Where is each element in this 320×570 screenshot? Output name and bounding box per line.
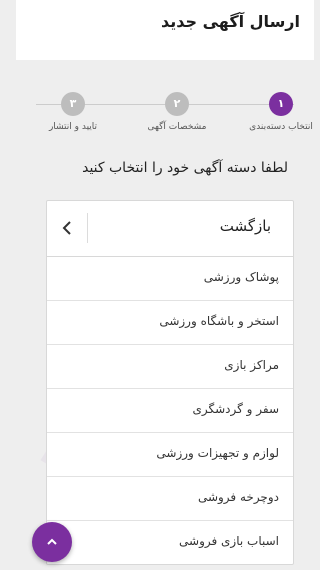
step-select-category: ۱ انتخاب دسته‌بندی bbox=[236, 92, 314, 132]
list-item-label: استخر و باشگاه ورزشی bbox=[159, 314, 279, 328]
step-number: ۳ bbox=[61, 92, 85, 116]
category-list: بازگشت پوشاک ورزشی استخر و باشگاه ورزشی … bbox=[46, 200, 294, 565]
list-item-label: اسباب بازی فروشی bbox=[179, 534, 279, 548]
list-item-label: لوازم و تجهیزات ورزشی bbox=[156, 446, 279, 460]
list-item[interactable]: استخر و باشگاه ورزشی bbox=[47, 301, 293, 345]
page-title: ارسال آگهی جدید bbox=[160, 12, 300, 31]
list-item[interactable]: دوچرخه فروشی bbox=[47, 477, 293, 521]
list-item[interactable]: لوازم و تجهیزات ورزشی bbox=[47, 433, 293, 477]
page-header: ارسال آگهی جدید bbox=[16, 0, 314, 60]
step-label: تایید و انتشار bbox=[48, 122, 98, 132]
step-label: مشخصات آگهی bbox=[147, 122, 207, 132]
list-item-label: سفر و گردشگری bbox=[192, 402, 279, 416]
back-button[interactable]: بازگشت bbox=[47, 201, 293, 257]
chevron-left-icon bbox=[62, 221, 71, 235]
list-item-label: پوشاک ورزشی bbox=[203, 270, 279, 284]
list-item-label: دوچرخه فروشی bbox=[197, 490, 279, 504]
step-number: ۱ bbox=[269, 92, 293, 116]
list-item[interactable]: سفر و گردشگری bbox=[47, 389, 293, 433]
list-item[interactable]: پوشاک ورزشی bbox=[47, 257, 293, 301]
list-item[interactable]: اسباب بازی فروشی bbox=[47, 521, 293, 564]
list-item[interactable]: مراکز بازی bbox=[47, 345, 293, 389]
list-item-label: مراکز بازی bbox=[224, 358, 279, 372]
progress-stepper: ۱ انتخاب دسته‌بندی ۲ مشخصات آگهی ۳ تایید… bbox=[16, 90, 314, 140]
step-confirm-publish: ۳ تایید و انتشار bbox=[28, 92, 118, 132]
chevron-up-icon bbox=[47, 538, 57, 545]
scroll-to-top-button[interactable] bbox=[32, 522, 72, 562]
step-label: انتخاب دسته‌بندی bbox=[249, 122, 313, 132]
back-label: بازگشت bbox=[219, 217, 271, 235]
divider bbox=[87, 213, 88, 243]
category-prompt: لطفا دسته آگهی خود را انتخاب کنید bbox=[82, 160, 288, 176]
step-ad-details: ۲ مشخصات آگهی bbox=[132, 92, 222, 132]
step-number: ۲ bbox=[165, 92, 189, 116]
main-content: ۱ انتخاب دسته‌بندی ۲ مشخصات آگهی ۳ تایید… bbox=[16, 60, 314, 570]
